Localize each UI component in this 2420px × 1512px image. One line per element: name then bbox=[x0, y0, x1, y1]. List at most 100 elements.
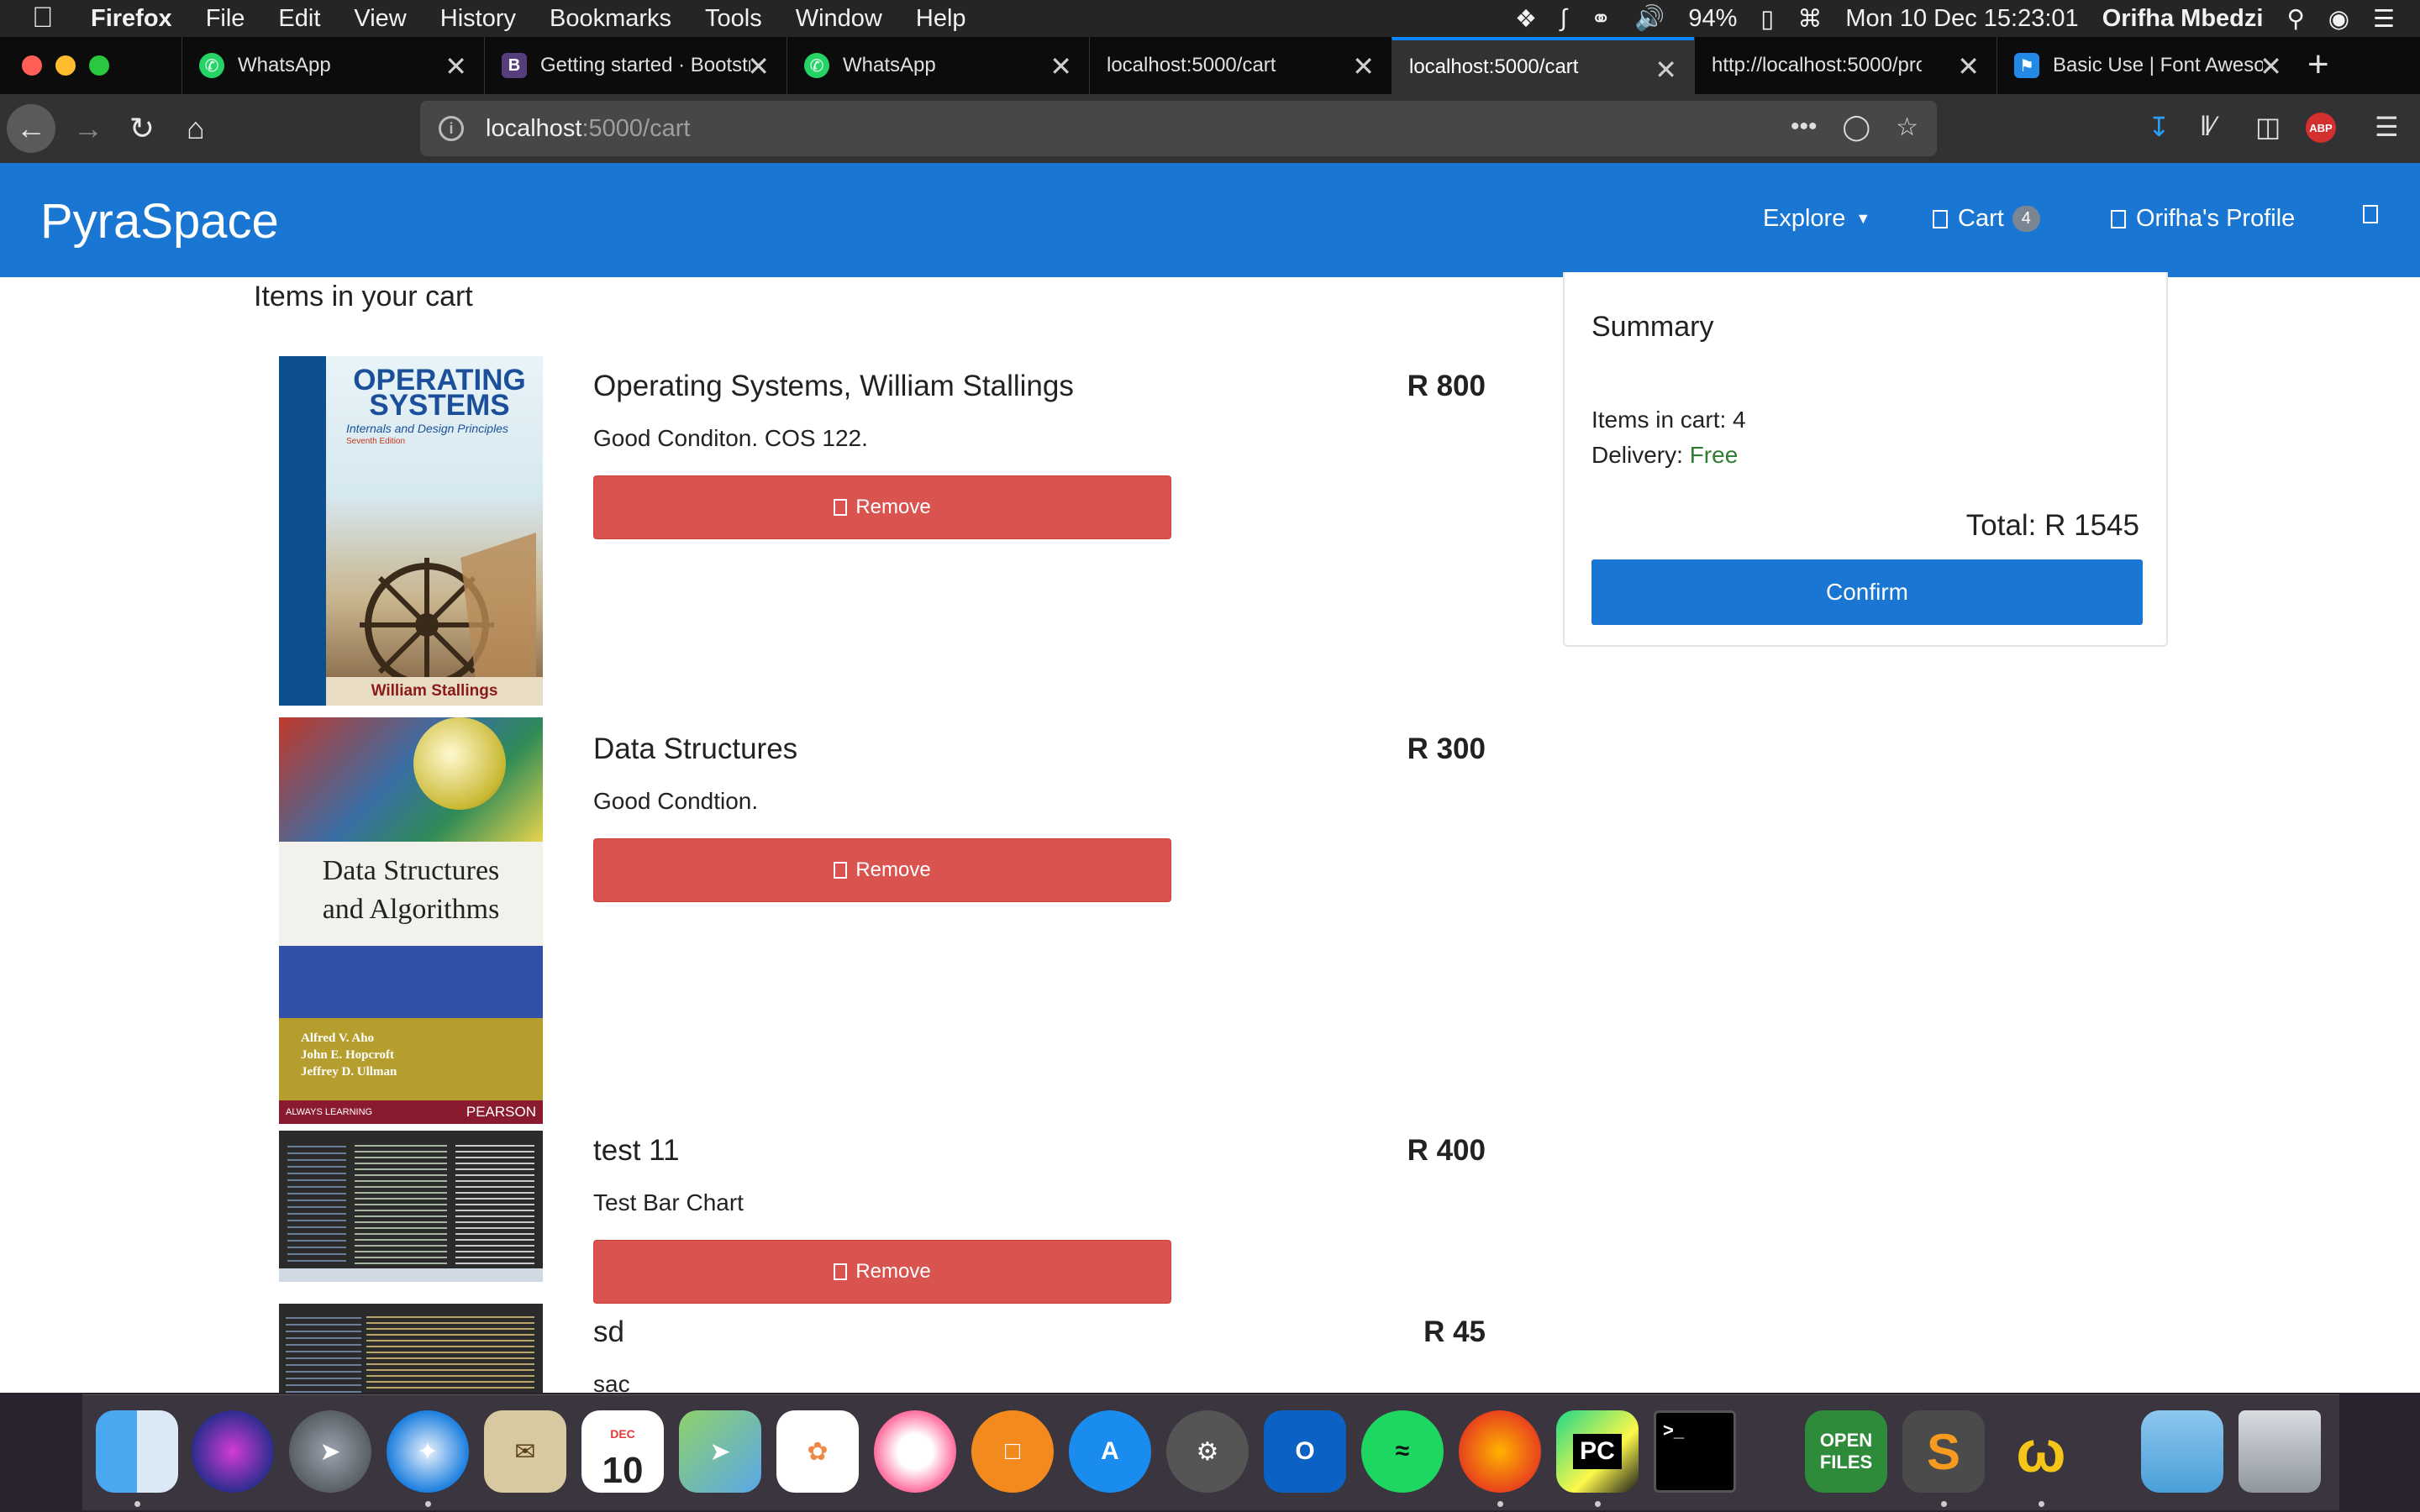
tab-bootstrap[interactable]: B Getting started · Bootstrap ✕ bbox=[484, 37, 786, 94]
close-tab-icon[interactable]: ✕ bbox=[1352, 50, 1375, 82]
ibooks-icon[interactable]: □ bbox=[971, 1410, 1054, 1493]
close-window-button[interactable] bbox=[22, 55, 42, 76]
spotlight-icon[interactable]: ⚲ bbox=[2286, 4, 2304, 34]
downloads-icon[interactable]: ↧ bbox=[2148, 111, 2170, 143]
downloads-folder-icon[interactable] bbox=[2141, 1410, 2223, 1493]
notification-center-icon[interactable]: ☰ bbox=[2373, 4, 2395, 34]
firefox-icon[interactable] bbox=[1459, 1410, 1541, 1493]
launchpad-icon[interactable]: ➤ bbox=[289, 1410, 371, 1493]
trash-icon bbox=[834, 499, 848, 516]
logout-link[interactable] bbox=[2363, 205, 2388, 223]
trash-can-icon[interactable] bbox=[2238, 1410, 2321, 1493]
menu-help[interactable]: Help bbox=[916, 5, 966, 33]
explore-dropdown[interactable]: Explore ▼ bbox=[1763, 205, 1870, 233]
sidebar-icon[interactable]: ◫ bbox=[2255, 111, 2281, 143]
menu-edit[interactable]: Edit bbox=[278, 5, 320, 33]
sublime-text-icon[interactable]: S bbox=[1902, 1410, 1985, 1493]
pycharm-icon[interactable]: PC bbox=[1556, 1410, 1639, 1493]
font-awesome-icon: ⚑ bbox=[2014, 53, 2039, 78]
tab-cart-active[interactable]: localhost:5000/cart ✕ bbox=[1392, 37, 1694, 94]
library-icon[interactable]: ‖⁄ bbox=[2200, 111, 2216, 142]
itunes-icon[interactable]: ♫ bbox=[874, 1410, 956, 1493]
mail-icon[interactable]: ✉ bbox=[484, 1410, 566, 1493]
close-tab-icon[interactable]: ✕ bbox=[1957, 50, 1980, 82]
tab-whatsapp-2[interactable]: ✆ WhatsApp ✕ bbox=[786, 37, 1089, 94]
pocket-icon[interactable]: ◯ bbox=[1843, 113, 1871, 142]
cart-item-title[interactable]: test 11 bbox=[593, 1134, 679, 1168]
wifi-icon[interactable]: ⚭ bbox=[1591, 4, 1611, 34]
adblock-plus-icon[interactable]: ABP bbox=[2306, 113, 2336, 143]
battery-percent[interactable]: 94% bbox=[1688, 5, 1737, 33]
bookmark-star-icon[interactable]: ☆ bbox=[1896, 113, 1918, 142]
safari-icon[interactable]: ✦ bbox=[387, 1410, 469, 1493]
summary-heading: Summary bbox=[1591, 311, 1714, 343]
open-files-icon[interactable]: OPEN FILES bbox=[1805, 1410, 1887, 1493]
tab-title: localhost:5000/cart bbox=[1107, 54, 1276, 76]
apple-icon[interactable]:  bbox=[32, 2, 54, 34]
reload-button[interactable]: ↻ bbox=[118, 104, 166, 153]
tab-profile[interactable]: http://localhost:5000/profile ✕ bbox=[1694, 37, 1996, 94]
summary-item-count: Items in cart: 4 bbox=[1591, 407, 1746, 433]
cover-author: William Stallings bbox=[326, 677, 543, 706]
tab-font-awesome[interactable]: ⚑ Basic Use | Font Awesome ✕ bbox=[1996, 37, 2299, 94]
close-tab-icon[interactable]: ✕ bbox=[747, 50, 770, 82]
photos-icon[interactable]: ✿ bbox=[776, 1410, 859, 1493]
menu-bookmarks[interactable]: Bookmarks bbox=[550, 5, 671, 33]
close-tab-icon[interactable]: ✕ bbox=[2260, 50, 2282, 82]
cart-item-title[interactable]: sd bbox=[593, 1315, 624, 1349]
zoom-window-button[interactable] bbox=[89, 55, 109, 76]
menu-history[interactable]: History bbox=[440, 5, 516, 33]
page-actions-icon[interactable]: ••• bbox=[1791, 113, 1818, 142]
site-info-icon[interactable]: i bbox=[439, 116, 464, 141]
hamburger-menu-icon[interactable]: ☰ bbox=[2375, 111, 2399, 143]
dropbox-icon[interactable]: ❖ bbox=[1515, 4, 1537, 34]
outlook-icon[interactable]: O bbox=[1264, 1410, 1346, 1493]
volume-icon[interactable]: 🔊 bbox=[1634, 4, 1665, 33]
spotify-icon[interactable]: ≈ bbox=[1361, 1410, 1444, 1493]
new-tab-button[interactable]: + bbox=[2307, 44, 2329, 86]
home-button[interactable]: ⌂ bbox=[171, 104, 220, 153]
menu-app-name[interactable]: Firefox bbox=[91, 5, 172, 33]
bittorrent-icon[interactable]: ω bbox=[2000, 1410, 2082, 1493]
user-name[interactable]: Orifha Mbedzi bbox=[2102, 5, 2264, 33]
browser-toolbar: ← → ↻ ⌂ i localhost:5000/cart ••• ◯ ☆ ↧ … bbox=[0, 94, 2420, 163]
profile-link[interactable]: Orifha's Profile bbox=[2111, 205, 2295, 233]
menu-window[interactable]: Window bbox=[796, 5, 882, 33]
terminal-icon[interactable]: >_ bbox=[1654, 1410, 1736, 1493]
clock[interactable]: Mon 10 Dec 15:23:01 bbox=[1845, 5, 2078, 33]
tab-whatsapp-1[interactable]: ✆ WhatsApp ✕ bbox=[182, 37, 484, 94]
remove-item-button[interactable]: Remove bbox=[593, 1240, 1171, 1304]
calendar-icon[interactable]: DEC 10 bbox=[581, 1410, 664, 1493]
bootstrap-icon: B bbox=[502, 53, 527, 78]
battery-icon[interactable]: ▯ bbox=[1760, 4, 1774, 34]
forward-button[interactable]: → bbox=[64, 104, 113, 153]
confirm-button[interactable]: Confirm bbox=[1591, 559, 2143, 625]
siri-icon[interactable]: ◉ bbox=[2328, 4, 2349, 34]
close-tab-icon[interactable]: ✕ bbox=[1050, 50, 1072, 82]
tab-cart-1[interactable]: localhost:5000/cart ✕ bbox=[1089, 37, 1392, 94]
close-tab-icon[interactable]: ✕ bbox=[445, 50, 467, 82]
remove-item-button[interactable]: Remove bbox=[593, 838, 1171, 902]
finder-icon[interactable] bbox=[96, 1410, 178, 1493]
site-brand[interactable]: PyraSpace bbox=[40, 193, 279, 249]
cart-item-title[interactable]: Operating Systems, William Stallings bbox=[593, 370, 1074, 403]
menu-view[interactable]: View bbox=[354, 5, 406, 33]
cart-item-title[interactable]: Data Structures bbox=[593, 732, 797, 766]
bluetooth-icon[interactable]: ∫ bbox=[1560, 5, 1567, 33]
input-source-icon[interactable]: ⌘ bbox=[1797, 4, 1822, 34]
back-button[interactable]: ← bbox=[7, 104, 55, 153]
menu-tools[interactable]: Tools bbox=[705, 5, 762, 33]
minimize-window-button[interactable] bbox=[55, 55, 76, 76]
menu-file[interactable]: File bbox=[206, 5, 245, 33]
remove-item-button[interactable]: Remove bbox=[593, 475, 1171, 539]
system-preferences-icon[interactable]: ⚙ bbox=[1166, 1410, 1249, 1493]
tab-title: localhost:5000/cart bbox=[1409, 55, 1579, 78]
app-store-icon[interactable]: A bbox=[1069, 1410, 1151, 1493]
url-path: :5000/cart bbox=[581, 114, 691, 142]
cart-item-price: R 800 bbox=[1407, 370, 1486, 402]
cart-link[interactable]: Cart 4 bbox=[1933, 205, 2040, 233]
url-bar[interactable]: i localhost:5000/cart ••• ◯ ☆ bbox=[420, 101, 1937, 156]
close-tab-icon[interactable]: ✕ bbox=[1655, 54, 1677, 86]
siri-app-icon[interactable] bbox=[192, 1410, 274, 1493]
maps-icon[interactable]: ➤ bbox=[679, 1410, 761, 1493]
